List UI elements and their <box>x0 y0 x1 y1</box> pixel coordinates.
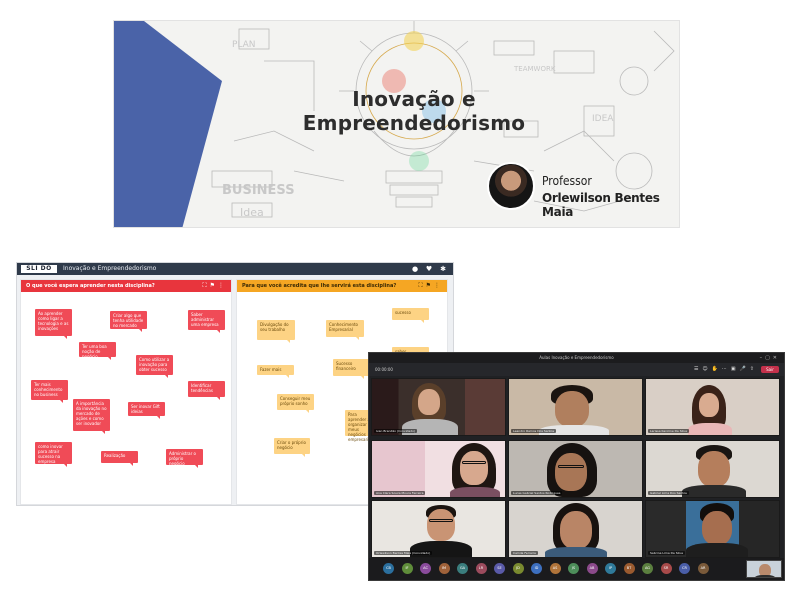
participant-bubble[interactable]: AG <box>642 563 653 574</box>
participant-name: Ana Clara Souza Moura Ferreira <box>374 491 426 495</box>
blue-accent-shape <box>114 21 222 227</box>
answer-note[interactable]: Como utilizar a inovação para obter suce… <box>136 355 173 378</box>
heart-icon[interactable]: ♥ <box>425 265 433 273</box>
participant-tile[interactable]: Larissa Karoline Da Silva <box>645 378 780 436</box>
answer-note[interactable]: Fazer mais <box>257 365 294 378</box>
answer-note[interactable]: Conseguir meu próprio sonho <box>277 394 314 413</box>
answer-note[interactable]: Ao aprender como ligar a tecnologia e as… <box>35 309 72 339</box>
participant-name: Leandro Ramos Dos Santos <box>511 429 557 433</box>
gear-icon[interactable]: ✱ <box>439 265 447 273</box>
participant-tile[interactable]: Lucas Gabriel Santos Rodrigues <box>508 440 643 498</box>
answer-note[interactable]: Sucesso financeiro <box>333 359 369 379</box>
answer-note[interactable]: Conhecimento Empresarial <box>326 320 364 340</box>
column-actions-icon[interactable]: ⛶⚑⋮ <box>418 280 443 292</box>
participant-tile[interactable]: Sabrina Lima Da Silva <box>645 500 780 558</box>
meeting-toolbar: 00:00:00 ☰☺✋⋯▣🎤⇧ Sair <box>369 363 784 376</box>
question-header-1: O que você espera aprender nesta discipl… <box>21 280 231 292</box>
answer-note[interactable]: Criar o próprio negócio <box>274 438 310 457</box>
participant-name: Gabriel Lima Dos Santos <box>648 491 689 495</box>
participant-bubble[interactable]: SR <box>660 563 672 574</box>
question-column-1: O que você espera aprender nesta discipl… <box>20 279 232 505</box>
slido-header: SLI DO Inovação e Empreendedorismo ● ♥ ✱ <box>17 263 453 275</box>
leave-button[interactable]: Sair <box>761 366 779 373</box>
professor-avatar <box>487 162 535 210</box>
participant-name: Sabrina Lima Da Silva <box>648 551 685 555</box>
participant-tile[interactable]: Ivan Brandão (Convidado) <box>371 378 506 436</box>
svg-text:Idea: Idea <box>240 206 264 219</box>
self-preview-thumbnail[interactable] <box>746 560 782 578</box>
answer-note[interactable]: Ter mais conhecimento no business <box>31 380 68 403</box>
answer-note[interactable]: Ter uma boa noção de negócio <box>79 342 116 360</box>
meeting-timer: 00:00:00 <box>375 367 393 372</box>
answer-note[interactable]: Realização <box>101 451 138 466</box>
participant-name: Camila Ferreira <box>511 551 538 555</box>
answer-note[interactable]: Criar algo que tenha utilidade no mercad… <box>110 311 147 332</box>
participant-bubble[interactable]: BT <box>623 563 635 574</box>
participant-bubble[interactable]: AC <box>420 563 431 574</box>
participant-name: Ivan Brandão (Convidado) <box>374 429 418 433</box>
slido-logo[interactable]: SLI DO <box>21 265 57 273</box>
meeting-controls-icon[interactable]: ☰☺✋⋯▣🎤⇧ <box>694 363 758 376</box>
video-meeting-window: Aulas Inovação e Empreendedorismo –▢✕ 00… <box>368 352 785 581</box>
participant-tile[interactable]: Camila Ferreira <box>508 500 643 558</box>
participant-bubble[interactable]: JS <box>568 563 579 574</box>
participant-tile[interactable]: Gabriel Lima Dos Santos <box>645 440 780 498</box>
answer-note[interactable]: sucesso <box>392 308 429 323</box>
answer-note[interactable]: Identificar tendências <box>188 381 225 400</box>
participant-bar: CB IF AC IM GA LR SE JD ID AS JS AB IP BT AG SR CR AR <box>369 558 784 580</box>
svg-text:PLAN: PLAN <box>232 40 256 50</box>
column-actions-icon[interactable]: ⛶⚑⋮ <box>202 280 227 292</box>
drop-icon[interactable]: ● <box>411 265 419 273</box>
participant-name: Larissa Karoline Da Silva <box>648 429 689 433</box>
participant-bubble[interactable]: IM <box>438 563 450 574</box>
answer-note[interactable]: Divulgação do seu trabalho <box>257 320 295 343</box>
answer-note[interactable]: Ser inovar Gift ideias <box>128 402 165 419</box>
course-title: Inovação e Empreendedorismo <box>302 87 526 135</box>
participant-tile[interactable]: Ana Clara Souza Moura Ferreira <box>371 440 506 498</box>
window-controls-icon[interactable]: –▢✕ <box>760 353 780 363</box>
answer-note[interactable]: como inovar para atrair sucesso na empre… <box>35 442 72 467</box>
participant-bubble[interactable]: JD <box>512 563 524 574</box>
svg-text:IDEA: IDEA <box>592 114 614 124</box>
professor-name: Orlewilson Bentes Maia <box>542 191 660 219</box>
participant-tile[interactable]: Orlewilson Bentes Maia (Convidado) <box>371 500 506 558</box>
meeting-titlebar: Aulas Inovação e Empreendedorismo –▢✕ <box>369 353 784 363</box>
participant-bubble[interactable]: CB <box>383 563 394 574</box>
svg-text:TEAMWORK: TEAMWORK <box>513 65 556 73</box>
answer-note[interactable]: A importância da inovação no mercado de … <box>73 399 110 434</box>
participant-bubble[interactable]: LR <box>475 563 487 574</box>
meeting-title: Aulas Inovação e Empreendedorismo <box>539 355 614 360</box>
participant-bubble[interactable]: SE <box>494 563 505 574</box>
question-header-2: Para que você acredita que lhe servirá e… <box>237 280 447 292</box>
answer-note[interactable]: Saber administrar uma empresa <box>188 310 225 333</box>
participant-bubble[interactable]: IP <box>605 563 616 574</box>
participant-bubble[interactable]: IF <box>401 563 413 574</box>
answer-note[interactable]: Administrar o próprio negócio <box>166 449 203 468</box>
slido-event-title: Inovação e Empreendedorismo <box>63 265 157 272</box>
participant-bubble[interactable]: AB <box>586 563 598 574</box>
participant-bubble[interactable]: ID <box>531 563 542 574</box>
participant-bubble[interactable]: AS <box>549 563 561 574</box>
course-banner: PLAN IDEA BUSINESS Idea TEAMWORK Inovaçã… <box>113 20 680 228</box>
participant-bubble[interactable]: GA <box>457 563 468 574</box>
participant-tile[interactable]: Leandro Ramos Dos Santos <box>508 378 643 436</box>
professor-label: Professor <box>542 174 592 188</box>
question-text-2: Para que você acredita que lhe servirá e… <box>242 283 397 289</box>
participant-bubble[interactable]: CR <box>679 563 690 574</box>
participant-name: Lucas Gabriel Santos Rodrigues <box>511 491 563 495</box>
participant-name: Orlewilson Bentes Maia (Convidado) <box>374 551 433 555</box>
participant-bubble[interactable]: AR <box>697 563 709 574</box>
question-text-1: O que você espera aprender nesta discipl… <box>26 283 155 289</box>
